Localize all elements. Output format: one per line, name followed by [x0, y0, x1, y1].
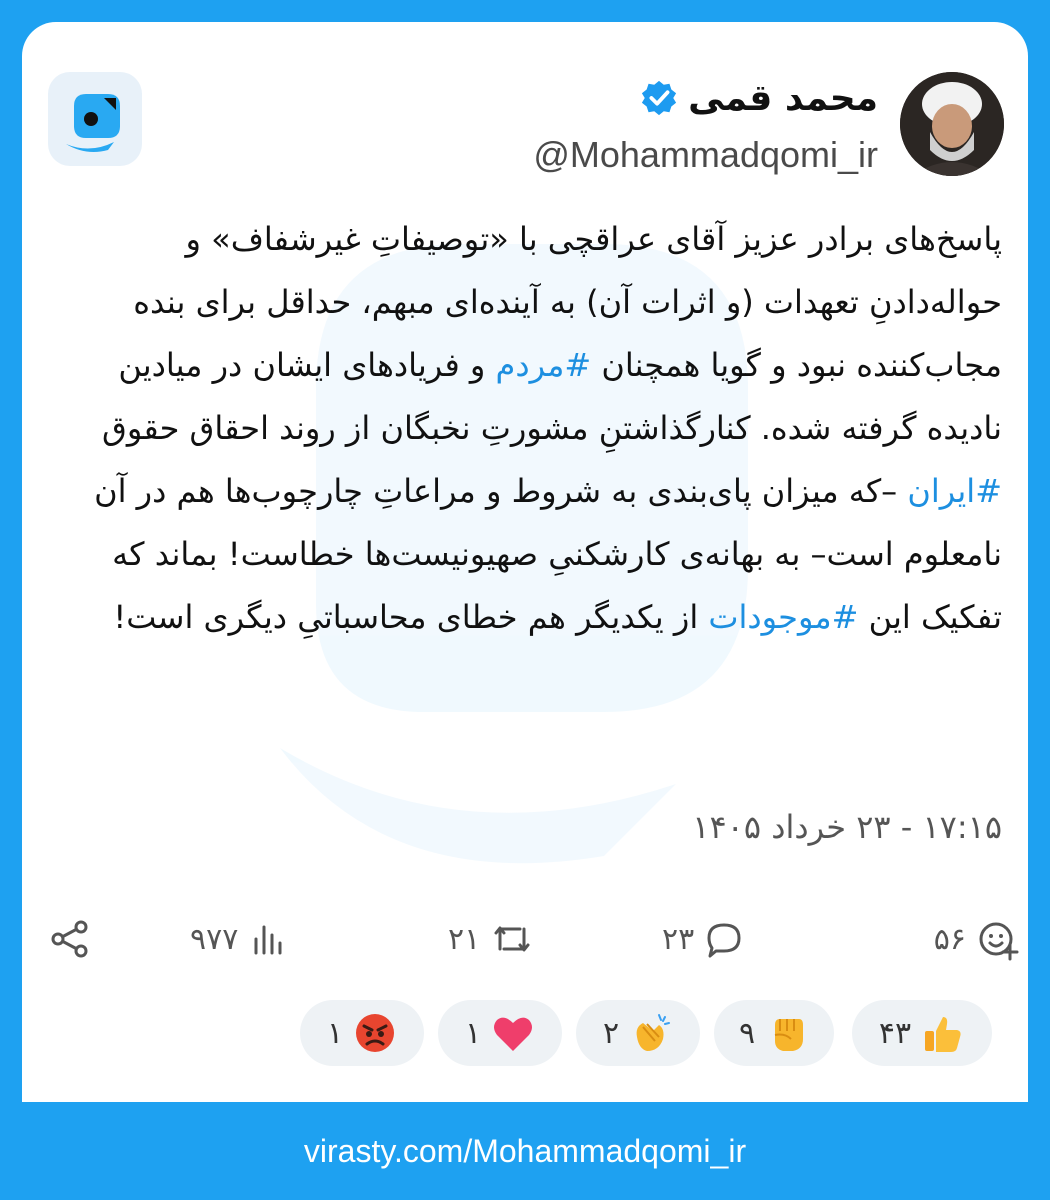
red-heart-icon: [494, 1017, 533, 1051]
reaction-angry-face[interactable]: ۱: [300, 1000, 424, 1066]
repost-icon: [494, 926, 530, 952]
reposts-stat[interactable]: ۲۱: [448, 919, 534, 959]
add-reaction-icon: [979, 922, 1019, 961]
reaction-raised-fist[interactable]: ۹: [714, 1000, 834, 1066]
replies-stat[interactable]: ۲۳: [662, 919, 744, 959]
reaction-count: ۱: [464, 1015, 482, 1051]
hashtag-link[interactable]: #ایران: [907, 472, 1002, 510]
author-handle[interactable]: @Mohammadqomi_ir: [533, 134, 878, 176]
virasty-logo-icon: [66, 94, 120, 152]
reactions-count: ۵۶: [933, 921, 966, 957]
reactions-row: ۴۳ ۹ ۲ ۱ ۱: [22, 1000, 1028, 1070]
reaction-clapping-hands[interactable]: ۲: [576, 1000, 700, 1066]
views-chart-icon: [254, 925, 282, 955]
reactions-stat[interactable]: ۵۶: [934, 917, 1020, 961]
reposts-count: ۲۱: [448, 921, 481, 957]
footer-url[interactable]: virasty.com/Mohammadqomi_ir: [0, 1102, 1050, 1200]
clapping-hands-icon: [636, 1014, 671, 1051]
stats-bar: ۵۶ ۲۳ ۲۱ ۹۷۷: [22, 914, 1028, 964]
angry-face-icon: [356, 1014, 395, 1052]
reaction-count: ۱: [326, 1015, 344, 1051]
post-timestamp: ۱۷:۱۵ - ۲۳ خرداد ۱۴۰۵: [692, 808, 1002, 846]
reaction-red-heart[interactable]: ۱: [438, 1000, 562, 1066]
author-name[interactable]: محمد قمی: [688, 78, 878, 119]
verified-badge-icon: [642, 80, 677, 116]
post-card: محمد قمی @Mohammadqomi_ir پاسخ‌های برادر…: [22, 22, 1028, 1102]
post-text-segment: از یکدیگر هم خطای محاسباتیِ دیگری است!: [113, 598, 709, 636]
reaction-thumbs-up[interactable]: ۴۳: [852, 1000, 992, 1066]
thumbs-up-icon: [925, 1017, 961, 1052]
replies-count: ۲۳: [662, 921, 695, 957]
reaction-count: ۲: [602, 1015, 620, 1051]
reaction-count: ۴۳: [878, 1015, 912, 1051]
post-body: پاسخ‌های برادر عزیز آقای عراقچی با «توصی…: [50, 208, 1002, 649]
raised-fist-icon: [774, 1019, 804, 1051]
share-button[interactable]: [48, 917, 92, 961]
reply-icon: [707, 923, 741, 958]
hashtag-link[interactable]: #مردم: [496, 346, 592, 384]
views-stat[interactable]: ۹۷۷: [190, 919, 288, 959]
views-count: ۹۷۷: [190, 921, 239, 957]
post-header: محمد قمی @Mohammadqomi_ir: [22, 72, 1028, 202]
share-icon: [51, 920, 88, 958]
avatar[interactable]: [900, 72, 1004, 176]
virasty-logo: [48, 72, 142, 166]
author-name-row[interactable]: محمد قمی: [640, 72, 878, 124]
reaction-count: ۹: [738, 1015, 756, 1051]
hashtag-link[interactable]: #موجودات: [708, 598, 858, 636]
